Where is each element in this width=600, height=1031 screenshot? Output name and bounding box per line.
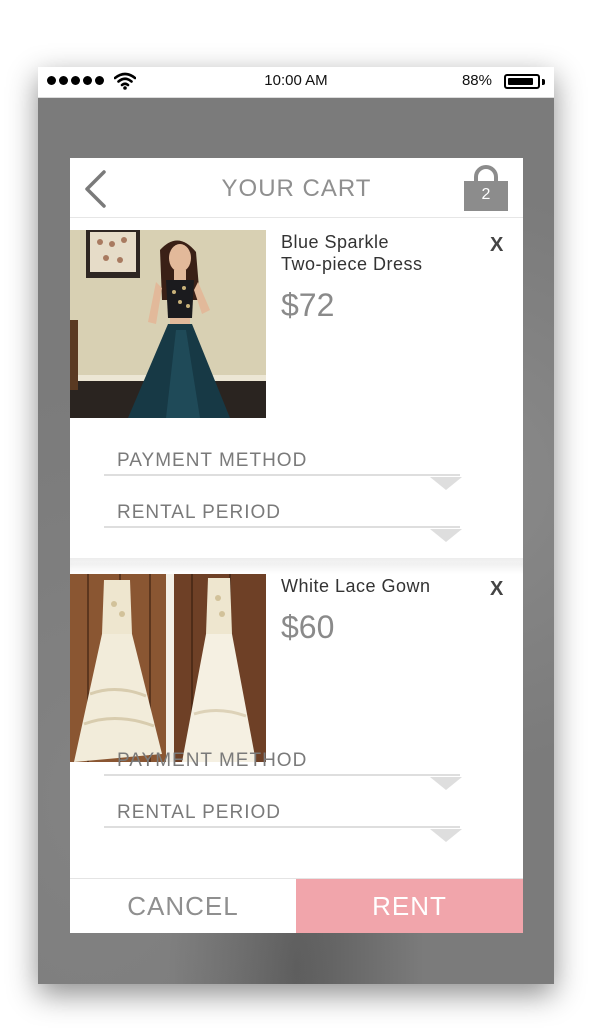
cart-count-badge: 2 <box>481 186 491 203</box>
select-underline <box>104 774 460 776</box>
dropdown-arrow-icon <box>430 829 462 842</box>
product-image <box>70 230 266 418</box>
rental-period-label: RENTAL PERIOD <box>117 502 281 523</box>
battery-icon <box>504 74 540 89</box>
action-bar: CANCEL RENT <box>70 878 523 933</box>
dropdown-arrow-icon <box>430 777 462 790</box>
cart-item: White Lace Gown $60 X PAYMENT METHOD REN… <box>70 574 523 879</box>
battery-level-fill <box>508 78 533 85</box>
rental-period-select[interactable]: RENTAL PERIOD <box>104 798 462 842</box>
shopping-bag-button[interactable]: 2 <box>462 164 510 212</box>
remove-item-button[interactable]: X <box>490 578 503 601</box>
item-name: White Lace Gown <box>281 576 431 596</box>
phone-screen: 10:00 AM 88% YOUR CART 2 Blue Sparkle Tw… <box>38 67 554 984</box>
page-title: YOUR CART <box>221 175 372 202</box>
item-price: $72 <box>281 287 335 323</box>
battery-tip <box>542 79 545 85</box>
rental-period-select[interactable]: RENTAL PERIOD <box>104 498 462 542</box>
dropdown-arrow-icon <box>430 477 462 490</box>
item-price: $60 <box>281 609 335 645</box>
cancel-button[interactable]: CANCEL <box>70 879 296 933</box>
product-image <box>70 574 266 762</box>
status-bar: 10:00 AM 88% <box>38 67 554 98</box>
select-underline <box>104 826 460 828</box>
battery-percentage: 88% <box>461 72 492 89</box>
payment-method-select[interactable]: PAYMENT METHOD <box>104 746 462 790</box>
background-heading-decoration <box>0 0 600 31</box>
select-underline <box>104 526 460 528</box>
payment-method-label: PAYMENT METHOD <box>117 450 308 471</box>
item-name: Blue Sparkle Two-piece Dress <box>281 232 423 274</box>
item-divider <box>70 558 523 574</box>
payment-method-select[interactable]: PAYMENT METHOD <box>104 446 462 490</box>
payment-method-label: PAYMENT METHOD <box>117 750 308 771</box>
cart-item: Blue Sparkle Two-piece Dress $72 X PAYME… <box>70 230 523 558</box>
dropdown-arrow-icon <box>430 529 462 542</box>
rental-period-label: RENTAL PERIOD <box>117 802 281 823</box>
cart-header: YOUR CART 2 <box>70 158 523 218</box>
cart-modal: YOUR CART 2 Blue Sparkle Two-piece Dress… <box>70 158 523 933</box>
select-underline <box>104 474 460 476</box>
remove-item-button[interactable]: X <box>490 234 503 257</box>
rent-button[interactable]: RENT <box>296 879 523 933</box>
